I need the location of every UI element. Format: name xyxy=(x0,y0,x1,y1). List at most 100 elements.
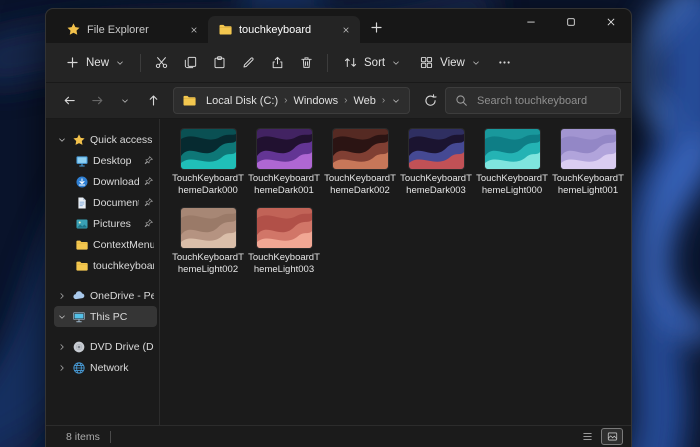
forward-button[interactable] xyxy=(84,88,110,114)
file-thumbnail xyxy=(333,129,388,169)
desktop: File Explorertouchkeyboard New xyxy=(0,0,700,447)
close-icon xyxy=(604,15,618,34)
sidebar-item-documents[interactable]: Documents xyxy=(54,192,157,213)
toolbar-separator xyxy=(140,54,141,72)
file-item-touchkeyboardthemelight000[interactable]: TouchKeyboardThemeLight000 xyxy=(474,129,550,196)
minimize-icon xyxy=(524,15,538,34)
recent-locations-button[interactable] xyxy=(112,88,138,114)
search-input[interactable] xyxy=(475,94,612,108)
minimize-button[interactable] xyxy=(511,9,551,40)
file-thumbnail xyxy=(485,129,540,169)
paste-button[interactable] xyxy=(205,49,234,77)
file-item-touchkeyboardthemedark001[interactable]: TouchKeyboardThemeDark001 xyxy=(246,129,322,196)
search-box[interactable] xyxy=(445,87,621,114)
delete-button[interactable] xyxy=(292,49,321,77)
sort-button[interactable]: Sort xyxy=(334,50,410,75)
plus-icon xyxy=(65,55,80,70)
dvd-icon xyxy=(72,340,86,354)
trash-icon xyxy=(299,55,314,70)
folder-icon xyxy=(75,259,89,273)
star-icon xyxy=(66,22,81,37)
chevron-right-icon[interactable] xyxy=(57,291,68,301)
chevron-right-icon[interactable] xyxy=(57,363,68,373)
new-tab-button[interactable] xyxy=(364,15,388,39)
file-item-touchkeyboardthemelight001[interactable]: TouchKeyboardThemeLight001 xyxy=(550,129,626,196)
more-icon xyxy=(497,55,512,70)
refresh-button[interactable] xyxy=(417,88,443,114)
back-button[interactable] xyxy=(56,88,82,114)
file-item-touchkeyboardthemelight002[interactable]: TouchKeyboardThemeLight002 xyxy=(170,208,246,275)
address-bar[interactable]: Local Disk (C:)›Windows›Web›touchkeyboar… xyxy=(173,87,410,114)
list-view-icon xyxy=(581,430,594,443)
file-item-touchkeyboardthemelight003[interactable]: TouchKeyboardThemeLight003 xyxy=(246,208,322,275)
copy-icon xyxy=(183,55,198,70)
rename-icon xyxy=(241,55,256,70)
chevron-down-icon[interactable] xyxy=(57,312,68,322)
breadcrumb-separator: › xyxy=(379,95,385,106)
sidebar-item-desktop[interactable]: Desktop xyxy=(54,150,157,171)
breadcrumb-item-web[interactable]: Web xyxy=(350,94,378,108)
sidebar-item-label: OneDrive - Personal xyxy=(90,290,154,302)
cloud-icon xyxy=(72,289,86,303)
tab-touchkeyboard[interactable]: touchkeyboard xyxy=(208,16,360,43)
document-icon xyxy=(75,196,89,210)
pin-icon xyxy=(143,197,154,208)
pin-icon xyxy=(143,176,154,187)
file-name: TouchKeyboardThemeDark001 xyxy=(246,173,322,196)
view-icon xyxy=(419,55,434,70)
cut-button[interactable] xyxy=(147,49,176,77)
file-name: TouchKeyboardThemeLight000 xyxy=(474,173,550,196)
file-thumbnail xyxy=(257,208,312,248)
close-button[interactable] xyxy=(591,9,631,40)
new-button[interactable]: New xyxy=(56,50,134,75)
forward-icon xyxy=(90,93,105,108)
chevron-down-icon[interactable] xyxy=(57,135,68,145)
sidebar-item-network[interactable]: Network xyxy=(54,357,157,378)
breadcrumb-separator: › xyxy=(341,95,350,106)
view-button[interactable]: View xyxy=(410,50,490,75)
search-icon xyxy=(454,93,469,108)
sidebar-item-contextmenucust[interactable]: ContextMenuCust xyxy=(54,234,157,255)
file-thumbnail xyxy=(257,129,312,169)
details-view-button[interactable] xyxy=(576,428,598,445)
tab-close-button[interactable] xyxy=(186,22,202,38)
sidebar-item-onedrive-personal[interactable]: OneDrive - Personal xyxy=(54,285,157,306)
pc-icon xyxy=(72,310,86,324)
share-button[interactable] xyxy=(263,49,292,77)
maximize-button[interactable] xyxy=(551,9,591,40)
thumbnails-view-button[interactable] xyxy=(601,428,623,445)
folder-icon xyxy=(218,22,233,37)
sidebar-item-downloads[interactable]: Downloads xyxy=(54,171,157,192)
sidebar-item-label: Quick access xyxy=(90,134,154,146)
tab-file-explorer[interactable]: File Explorer xyxy=(56,16,208,43)
breadcrumb-item-local-disk-c[interactable]: Local Disk (C:) xyxy=(203,94,281,108)
address-dropdown-icon[interactable] xyxy=(391,96,401,106)
see-more-button[interactable] xyxy=(490,49,519,77)
file-item-touchkeyboardthemedark000[interactable]: TouchKeyboardThemeDark000 xyxy=(170,129,246,196)
navigation-pane: Quick access DesktopDownloadsDocumentsPic… xyxy=(46,119,159,425)
file-item-touchkeyboardthemedark002[interactable]: TouchKeyboardThemeDark002 xyxy=(322,129,398,196)
sidebar-item-quick-access[interactable]: Quick access xyxy=(54,129,157,150)
command-bar: New Sort View xyxy=(46,43,631,83)
sidebar-item-dvd-drive-d-ccco[interactable]: DVD Drive (D:) CCCO xyxy=(54,336,157,357)
tab-bar: File Explorertouchkeyboard xyxy=(46,9,631,43)
folder-icon xyxy=(182,93,197,108)
tab-close-button[interactable] xyxy=(338,22,354,38)
sidebar-item-pictures[interactable]: Pictures xyxy=(54,213,157,234)
breadcrumb-item-windows[interactable]: Windows xyxy=(290,94,341,108)
paste-icon xyxy=(212,55,227,70)
view-button-label: View xyxy=(440,57,465,69)
star-icon xyxy=(72,133,86,147)
sidebar-item-this-pc[interactable]: This PC xyxy=(54,306,157,327)
file-name: TouchKeyboardThemeLight003 xyxy=(246,252,322,275)
rename-button[interactable] xyxy=(234,49,263,77)
sidebar-item-touchkeyboard[interactable]: touchkeyboard xyxy=(54,255,157,276)
file-thumbnail xyxy=(409,129,464,169)
file-item-touchkeyboardthemedark003[interactable]: TouchKeyboardThemeDark003 xyxy=(398,129,474,196)
chevron-down-icon xyxy=(391,58,401,68)
up-button[interactable] xyxy=(140,88,166,114)
chevron-right-icon[interactable] xyxy=(57,342,68,352)
explorer-body: Quick access DesktopDownloadsDocumentsPic… xyxy=(46,119,631,425)
copy-button[interactable] xyxy=(176,49,205,77)
pictures-icon xyxy=(75,217,89,231)
